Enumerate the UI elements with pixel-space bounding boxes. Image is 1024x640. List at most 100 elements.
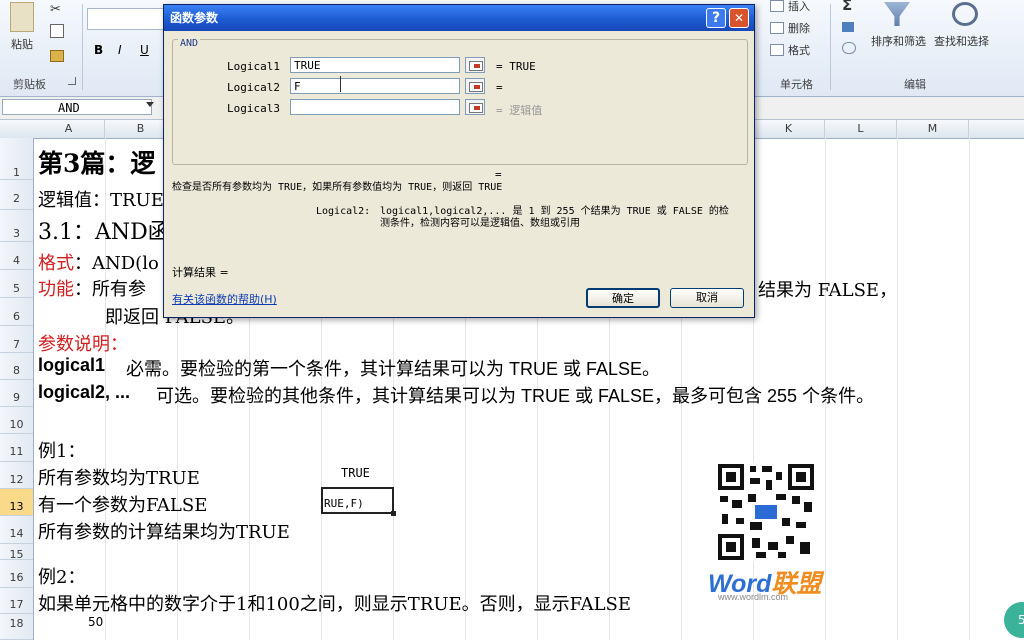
clear-icon[interactable] (842, 42, 856, 54)
cell-e12[interactable]: TRUE (341, 466, 370, 480)
cell-a11[interactable]: 例1： (38, 437, 85, 463)
group-separator (82, 4, 83, 90)
row-header[interactable]: 1 (0, 138, 33, 180)
param-name: Logical2: (316, 206, 371, 217)
dialog-title[interactable]: 函数参数 (164, 5, 754, 31)
row-header[interactable]: 8 (0, 353, 33, 380)
editing-group-label: 编辑 (904, 78, 926, 91)
qr-code-image (716, 462, 816, 562)
help-link[interactable]: 有关该函数的帮助(H) (172, 291, 277, 307)
underline-button[interactable]: U (140, 43, 149, 57)
cell-e13-formula-text: RUE,F) (324, 497, 364, 510)
column-header[interactable]: M (897, 120, 969, 138)
column-header[interactable]: A (33, 120, 105, 138)
cancel-button[interactable]: 取消 (670, 288, 744, 308)
row-header[interactable]: 13 (0, 489, 33, 516)
cell-a4-text[interactable]: ：AND(lo (74, 249, 159, 275)
cell-a9-desc[interactable]: 可选。要检验的其他条件，其计算结果可以为 TRUE 或 FALSE，最多可包含 … (156, 382, 874, 408)
cell-a5-text[interactable]: ：所有参 (74, 275, 146, 301)
cell-a14[interactable]: 所有参数的计算结果均为TRUE (38, 518, 290, 544)
arg-input-logical2[interactable]: F (290, 78, 460, 94)
autosum-icon[interactable]: Σ (842, 0, 852, 14)
cells-group-label: 单元格 (780, 78, 813, 91)
cell-a17[interactable]: 如果单元格中的数字介于1和100之间，则显示TRUE。否则，显示FALSE (38, 590, 631, 616)
row-header[interactable]: 6 (0, 298, 33, 326)
row-header[interactable]: 2 (0, 180, 33, 210)
dialog-launcher-icon[interactable] (68, 77, 76, 85)
insert-icon (770, 0, 784, 12)
ok-button[interactable]: 确定 (586, 288, 660, 308)
name-box-dropdown-icon[interactable] (146, 102, 154, 107)
italic-button[interactable]: I (118, 43, 122, 57)
collapse-dialog-icon[interactable] (465, 78, 485, 94)
row-header[interactable]: 9 (0, 380, 33, 407)
find-select-icon[interactable] (952, 2, 978, 26)
row-header[interactable]: 5 (0, 270, 33, 298)
arg-input-logical3[interactable] (290, 99, 460, 115)
arg-result-logical2: = (496, 81, 503, 94)
cell-a4-label[interactable]: 格式 (38, 249, 74, 275)
function-summary: 检查是否所有参数均为 TRUE，如果所有参数值均为 TRUE，则返回 TRUE (172, 182, 503, 193)
format-painter-icon[interactable] (50, 50, 64, 62)
cell-a7[interactable]: 参数说明： (38, 330, 128, 356)
format-button[interactable]: 格式 (788, 42, 810, 58)
copy-icon[interactable] (50, 24, 64, 38)
row-header[interactable]: 18 (0, 614, 33, 640)
paste-icon[interactable] (10, 2, 34, 32)
clipboard-group-label: 剪贴板 (13, 78, 46, 91)
paste-button[interactable]: 粘贴 (11, 36, 33, 52)
cut-icon[interactable]: ✂ (50, 2, 61, 17)
cell-a8-desc[interactable]: 必需。要检验的第一个条件，其计算结果可以为 TRUE 或 FALSE。 (126, 355, 660, 381)
cell-a2[interactable]: 逻辑值：TRUE (38, 186, 164, 212)
format-icon (770, 44, 784, 56)
cell-a16[interactable]: 例2： (38, 563, 85, 589)
row-header[interactable]: 17 (0, 588, 33, 614)
bold-button[interactable]: B (94, 43, 103, 57)
param-desc-line2: 测条件，检测内容可以是逻辑值、数组或引用 (380, 218, 580, 229)
column-header[interactable]: K (753, 120, 825, 138)
font-name-box[interactable] (87, 8, 167, 30)
sort-filter-button[interactable]: 排序和筛选 (871, 33, 926, 49)
fill-icon[interactable] (842, 22, 854, 32)
overall-result: = (495, 168, 502, 181)
cell-a9-term[interactable]: logical2, ... (38, 382, 130, 403)
close-icon[interactable]: ✕ (729, 8, 749, 28)
fill-handle[interactable] (391, 511, 396, 516)
cell-a5-label[interactable]: 功能 (38, 275, 74, 301)
cell-a12[interactable]: 所有参数均为TRUE (38, 464, 200, 490)
cell-a1[interactable]: 第3篇：逻 (38, 144, 155, 180)
corner-badge[interactable]: 52 (1004, 602, 1024, 638)
calc-result-label: 计算结果 = (172, 266, 229, 279)
watermark-url: www.wordlm.com (718, 592, 789, 602)
cell-a18[interactable]: 50 (88, 615, 103, 629)
collapse-dialog-icon[interactable] (465, 57, 485, 73)
row-header[interactable]: 3 (0, 210, 33, 242)
group-separator (830, 4, 831, 90)
help-icon[interactable]: ? (706, 8, 726, 28)
row-header[interactable]: 16 (0, 560, 33, 588)
cell-a5-continued[interactable]: 结果为 FALSE， (758, 276, 897, 302)
cell-a13[interactable]: 有一个参数为FALSE (38, 491, 207, 517)
cell-a8-term[interactable]: logical1 (38, 355, 105, 376)
row-header[interactable]: 11 (0, 434, 33, 462)
find-select-button[interactable]: 查找和选择 (934, 33, 989, 49)
text-cursor-icon (340, 76, 341, 92)
row-header[interactable]: 7 (0, 326, 33, 353)
function-name: AND (178, 38, 201, 49)
sort-filter-icon[interactable] (884, 2, 910, 26)
insert-button[interactable]: 插入 (788, 0, 810, 14)
cell-a3[interactable]: 3.1：AND函 (38, 214, 170, 246)
row-header[interactable]: 12 (0, 462, 33, 489)
arg-result-logical1: = TRUE (496, 60, 536, 73)
name-box[interactable]: AND (2, 99, 152, 115)
row-header[interactable]: 10 (0, 407, 33, 434)
delete-button[interactable]: 删除 (788, 20, 810, 36)
row-header[interactable]: 14 (0, 516, 33, 544)
row-header[interactable]: 4 (0, 242, 33, 270)
arg-label-logical1: Logical1 (227, 60, 280, 73)
column-header[interactable]: L (825, 120, 897, 138)
arg-input-logical1[interactable]: TRUE (290, 57, 460, 73)
collapse-dialog-icon[interactable] (465, 99, 485, 115)
row-header[interactable]: 15 (0, 544, 33, 561)
arg-result-logical3: = 逻辑值 (496, 104, 543, 117)
